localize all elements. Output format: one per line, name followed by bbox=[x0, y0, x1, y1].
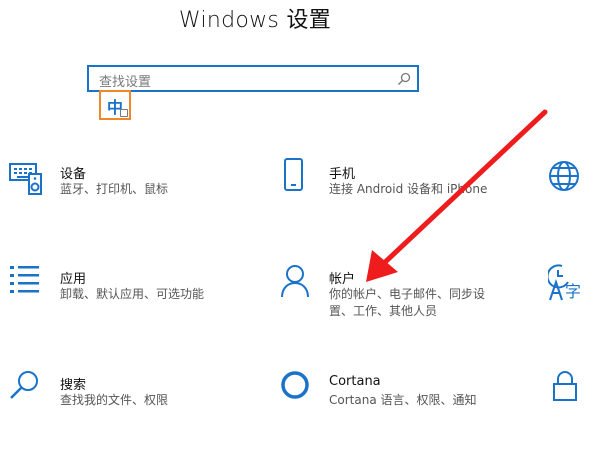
tile-cortana-title: Cortana bbox=[329, 374, 381, 389]
tile-accounts-desc-line2: 置、工作、其他人员 bbox=[329, 304, 438, 318]
tile-apps[interactable]: 应用 卸载、默认应用、可选功能 bbox=[9, 264, 239, 324]
tile-devices-title: 设备 bbox=[60, 167, 87, 182]
tile-network[interactable] bbox=[548, 158, 598, 218]
tile-time-language[interactable]: 字 bbox=[548, 264, 598, 324]
tile-phone[interactable]: 手机 连接 Android 设备和 iPhone bbox=[280, 158, 510, 218]
window-title: Windows 设置 bbox=[178, 8, 332, 33]
globe-icon bbox=[549, 161, 579, 191]
tile-privacy[interactable] bbox=[552, 370, 598, 430]
tile-apps-title: 应用 bbox=[60, 272, 87, 287]
tile-devices[interactable]: 设备 蓝牙、打印机、鼠标 bbox=[9, 158, 239, 218]
phone-icon bbox=[284, 158, 303, 191]
ime-indicator[interactable]: 中 bbox=[99, 90, 131, 120]
ime-corner-icon bbox=[120, 109, 128, 117]
search-icon[interactable] bbox=[397, 72, 411, 86]
tile-accounts-desc-line1: 你的帐户、电子邮件、同步设 bbox=[329, 287, 486, 301]
tile-accounts[interactable]: 帐户 你的帐户、电子邮件、同步设 置、工作、其他人员 bbox=[280, 264, 510, 324]
time-language-icon: 字 bbox=[548, 264, 581, 301]
tile-search-desc: 查找我的文件、权限 bbox=[60, 393, 169, 407]
apps-list-icon bbox=[10, 266, 39, 293]
svg-text:字: 字 bbox=[565, 282, 581, 301]
magnifier-icon bbox=[10, 371, 38, 399]
tile-phone-desc: 连接 Android 设备和 iPhone bbox=[329, 182, 488, 196]
person-icon bbox=[281, 265, 309, 298]
tile-accounts-title: 帐户 bbox=[329, 272, 356, 287]
cortana-ring-icon bbox=[281, 371, 309, 399]
tile-apps-desc: 卸载、默认应用、可选功能 bbox=[60, 287, 205, 301]
tile-cortana[interactable]: Cortana Cortana 语言、权限、通知 bbox=[280, 370, 510, 430]
tile-cortana-desc: Cortana 语言、权限、通知 bbox=[329, 393, 477, 407]
tile-search-title: 搜索 bbox=[60, 378, 87, 393]
tile-devices-desc: 蓝牙、打印机、鼠标 bbox=[60, 182, 169, 196]
tile-phone-title: 手机 bbox=[329, 167, 356, 182]
tile-search[interactable]: 搜索 查找我的文件、权限 bbox=[9, 370, 239, 430]
search-placeholder: 查找设置 bbox=[99, 75, 152, 90]
search-input[interactable]: 查找设置 bbox=[87, 65, 419, 92]
lock-icon bbox=[553, 371, 577, 401]
keyboard-speaker-icon bbox=[9, 163, 42, 195]
